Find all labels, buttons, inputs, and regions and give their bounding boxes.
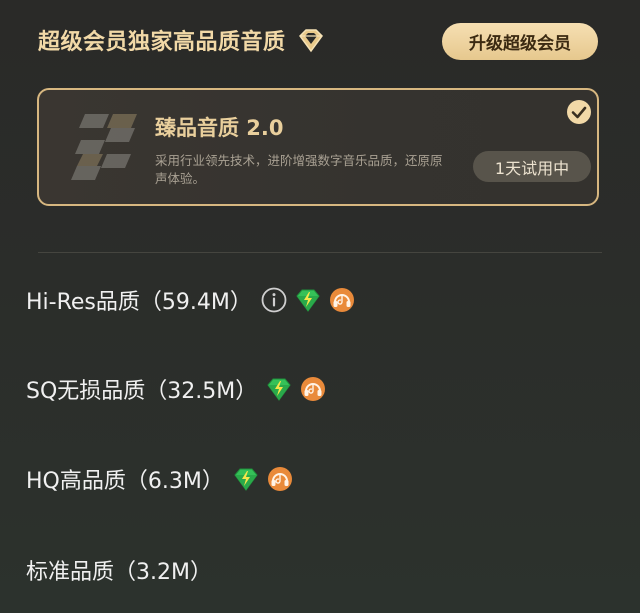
card-title: 臻品音质 2.0 [155,116,284,140]
check-icon [567,100,591,124]
upgrade-button[interactable]: 升级超级会员 [442,23,598,60]
quality-option-label: Hi-Res品质（59.4M） [26,290,252,315]
headphone-icon [301,377,326,401]
quality-option-label: HQ高品质（6.3M） [26,469,224,494]
card-description: 采用行业领先技术，进阶增强数字音乐品质，还原原声体验。 [155,153,443,186]
headphone-icon [267,467,292,491]
quality-card-zhenpin[interactable]: 臻品音质 2.0 采用行业领先技术，进阶增强数字音乐品质，还原原声体验。 1天试… [37,88,599,206]
headphone-icon [329,288,354,312]
quality-option-hires[interactable]: Hi-Res品质（59.4M） [26,280,356,320]
divider [38,252,602,253]
gold-diamond-icon [298,29,323,53]
quality-option-label: SQ无损品质（32.5M） [26,379,258,404]
quality-option-sq[interactable]: SQ无损品质（32.5M） [26,369,327,409]
quality-option-label: 标准品质（3.2M） [26,560,212,585]
info-icon[interactable] [260,286,288,314]
header: 超级会员独家高品质音质 [38,20,326,60]
quality-logo-icon [71,114,137,180]
page-title: 超级会员独家高品质音质 [38,30,286,55]
quality-option-standard[interactable]: 标准品质（3.2M） [26,550,212,590]
quality-option-hq[interactable]: HQ高品质（6.3M） [26,459,294,499]
diamond-bolt-icon [296,289,320,312]
diamond-bolt-icon [234,468,258,491]
trial-status-badge: 1天试用中 [473,151,591,182]
diamond-bolt-icon [267,378,291,401]
